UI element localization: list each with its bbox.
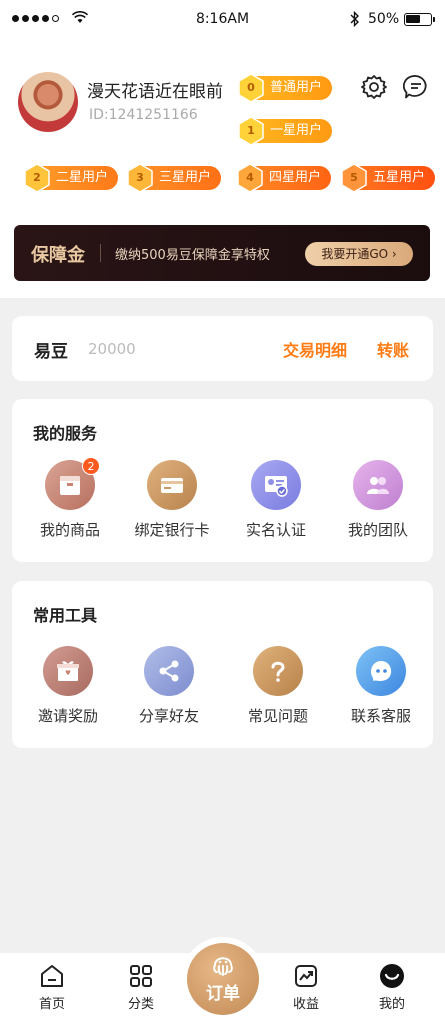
open-deposit-button[interactable]: 我要开通GO › xyxy=(305,242,413,266)
nav-earnings[interactable]: 收益 xyxy=(276,963,336,1012)
tool-share-friends[interactable]: 分享好友 xyxy=(117,646,221,726)
octopus-icon xyxy=(213,957,233,976)
tool-customer-service[interactable]: 联系客服 xyxy=(329,646,433,726)
section-title: 我的服务 xyxy=(33,424,98,443)
message-icon[interactable] xyxy=(403,74,429,100)
service-label: 我的团队 xyxy=(347,521,408,539)
hexagon-icon: 0 xyxy=(236,73,266,103)
user-id: ID:1241251166 xyxy=(89,107,198,123)
service-bind-bank-card[interactable]: 绑定银行卡 xyxy=(120,460,224,540)
transaction-detail-link[interactable]: 交易明细 xyxy=(283,337,347,361)
box-icon: 2 xyxy=(45,457,100,510)
tool-faq[interactable]: 常见问题 xyxy=(226,646,330,726)
nav-mine[interactable]: 我的 xyxy=(362,963,422,1012)
service-label: 我的商品 xyxy=(39,521,100,539)
chart-icon xyxy=(295,965,317,987)
tool-invite-reward[interactable]: 邀请奖励 xyxy=(16,646,120,726)
gift-icon xyxy=(43,646,93,696)
share-icon xyxy=(144,646,194,696)
home-icon xyxy=(41,965,63,987)
battery-percent: 50% xyxy=(368,11,400,27)
user-name: 漫天花语近在眼前 xyxy=(87,82,223,102)
divider xyxy=(100,244,101,262)
deposit-banner[interactable]: 保障金 缴纳500易豆保障金享特权 我要开通GO › xyxy=(14,225,430,281)
question-icon xyxy=(253,646,303,696)
badge-label: 一星用户 xyxy=(270,123,323,138)
status-bar: 8:16AM 50% xyxy=(0,0,445,40)
badge-label: 五星用户 xyxy=(373,170,426,185)
tool-label: 常见问题 xyxy=(247,707,308,725)
badge-level-4: 4 四星用户 xyxy=(237,163,332,193)
deposit-title: 保障金 xyxy=(31,245,85,266)
service-real-name-verification[interactable]: 实名认证 xyxy=(224,460,328,540)
deposit-description: 缴纳500易豆保障金享特权 xyxy=(115,248,270,263)
badge-level-1: 1 一星用户 xyxy=(238,116,333,146)
badge-level-0: 0 普通用户 xyxy=(238,73,333,103)
nav-label: 分类 xyxy=(127,997,154,1012)
badge-label: 普通用户 xyxy=(270,80,323,95)
bean-value: 20000 xyxy=(88,340,136,358)
hexagon-icon: 3 xyxy=(125,163,155,193)
my-services-card: 我的服务 2 我的商品 绑定银行卡 实名认证 我的团队 xyxy=(12,399,433,562)
hexagon-icon: 2 xyxy=(22,163,52,193)
nav-order-button[interactable]: 订单 xyxy=(187,943,259,1015)
nav-label: 首页 xyxy=(38,997,65,1012)
badge-level-5: 5 五星用户 xyxy=(341,163,436,193)
service-label: 绑定银行卡 xyxy=(134,521,210,539)
hexagon-icon: 5 xyxy=(339,163,369,193)
id-card-icon xyxy=(251,460,301,510)
profile-icon xyxy=(380,964,404,988)
nav-label: 我的 xyxy=(378,997,405,1012)
nav-order-label: 订单 xyxy=(206,984,240,1004)
bean-balance-card: 易豆 20000 交易明细 转账 xyxy=(12,316,433,381)
badge-level-3: 3 三星用户 xyxy=(127,163,222,193)
hexagon-icon: 4 xyxy=(235,163,265,193)
avatar[interactable] xyxy=(18,72,78,132)
badge-label: 二星用户 xyxy=(56,170,109,185)
team-icon xyxy=(353,460,403,510)
service-my-team[interactable]: 我的团队 xyxy=(326,460,430,540)
settings-icon[interactable] xyxy=(361,74,387,100)
nav-category[interactable]: 分类 xyxy=(111,963,171,1012)
tool-label: 联系客服 xyxy=(350,707,411,725)
badge-level-2: 2 二星用户 xyxy=(24,163,119,193)
nav-home[interactable]: 首页 xyxy=(22,963,82,1012)
hexagon-icon: 1 xyxy=(236,116,266,146)
bluetooth-icon xyxy=(350,11,359,27)
badge-label: 三星用户 xyxy=(159,170,212,185)
service-my-products[interactable]: 2 我的商品 xyxy=(18,457,122,540)
transfer-link[interactable]: 转账 xyxy=(377,337,409,361)
grid-icon xyxy=(130,965,152,987)
common-tools-card: 常用工具 邀请奖励 分享好友 常见问题 联系客服 xyxy=(12,581,433,748)
service-label: 实名认证 xyxy=(245,521,306,539)
bank-card-icon xyxy=(147,460,197,510)
battery-icon xyxy=(404,13,435,26)
count-badge: 2 xyxy=(82,457,100,475)
section-title: 常用工具 xyxy=(33,606,98,625)
chat-mascot-icon xyxy=(356,646,406,696)
tool-label: 分享好友 xyxy=(138,707,199,725)
nav-order-wrap: 订单 xyxy=(181,937,265,1021)
bean-label: 易豆 xyxy=(34,342,68,362)
tool-label: 邀请奖励 xyxy=(37,707,98,725)
badge-label: 四星用户 xyxy=(269,170,322,185)
nav-label: 收益 xyxy=(292,997,319,1012)
